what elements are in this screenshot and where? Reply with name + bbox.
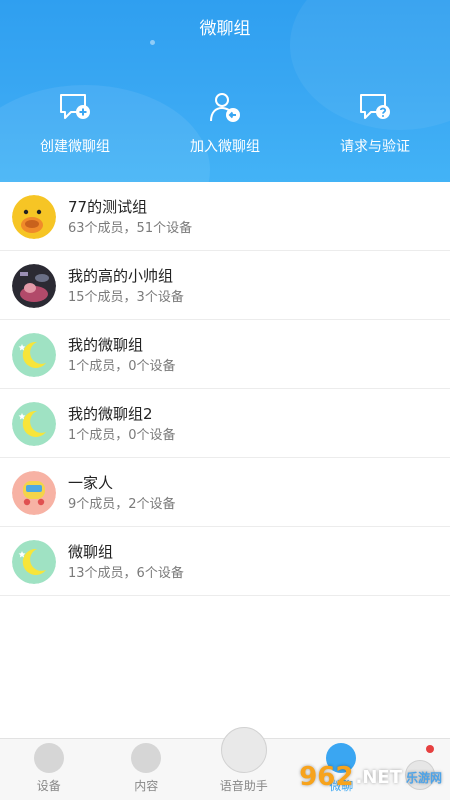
group-row[interactable]: 微聊组 13个成员，6个设备: [0, 527, 450, 596]
duck-icon: [12, 194, 56, 239]
group-name: 我的微聊组: [68, 335, 144, 354]
requests-label: 请求与验证: [340, 139, 410, 155]
photo-icon: [12, 263, 56, 308]
wifi-icon: [33, 743, 64, 773]
moon-avatar: [12, 539, 56, 584]
nav-voice-assistant[interactable]: 语音助手: [195, 727, 293, 800]
join-group-button[interactable]: 加入微聊组: [150, 90, 300, 160]
moon-avatar: [12, 332, 56, 377]
person-join-icon: [210, 93, 240, 122]
robot-icon: [220, 727, 267, 773]
nav-label: 设备: [36, 779, 61, 793]
bus-avatar: [12, 470, 56, 515]
notification-dot: [426, 745, 434, 753]
duck-avatar: [12, 194, 56, 239]
bus-icon: [12, 470, 56, 515]
music-icon: [131, 743, 162, 773]
watermark-logo: 962 .NET 乐游网: [299, 762, 442, 792]
group-meta: 63个成员，51个设备: [68, 220, 193, 236]
create-group-button[interactable]: 创建微聊组: [0, 90, 150, 160]
chat-add-icon: [60, 94, 90, 119]
group-name: 我的微聊组2: [68, 404, 153, 423]
group-meta: 15个成员，3个设备: [68, 289, 184, 305]
group-row[interactable]: 77的测试组 63个成员，51个设备: [0, 182, 450, 251]
watermark-sub: 乐游网: [405, 770, 442, 785]
group-row[interactable]: 我的微聊组 1个成员，0个设备: [0, 320, 450, 389]
create-group-label: 创建微聊组: [40, 139, 110, 155]
group-name: 一家人: [68, 473, 114, 492]
watermark-brand: 962: [299, 762, 354, 792]
header-actions: 创建微聊组 加入微聊组 请求与验证: [0, 90, 450, 160]
group-name: 微聊组: [68, 542, 114, 561]
watermark-suffix: .NET: [355, 766, 402, 788]
header: 微聊组 创建微聊组 加入微聊组 请求与验证: [0, 0, 450, 182]
group-name: 我的高的小帅组: [68, 266, 174, 285]
group-row[interactable]: 一家人 9个成员，2个设备: [0, 458, 450, 527]
group-meta: 1个成员，0个设备: [68, 427, 176, 443]
chat-question-icon: [360, 94, 390, 119]
group-row[interactable]: 我的高的小帅组 15个成员，3个设备: [0, 251, 450, 320]
nav-label: 语音助手: [219, 779, 268, 793]
header-dot: [150, 40, 155, 45]
page-title: 微聊组: [199, 19, 251, 39]
nav-label: 内容: [134, 779, 159, 793]
join-group-label: 加入微聊组: [190, 139, 260, 155]
group-name: 77的测试组: [68, 197, 148, 216]
moon-icon: [12, 332, 56, 377]
group-row[interactable]: 我的微聊组2 1个成员，0个设备: [0, 389, 450, 458]
group-list: 77的测试组 63个成员，51个设备 我的高的小帅组 15个成员，3个设备 我的…: [0, 182, 450, 596]
moon-icon: [12, 539, 56, 584]
nav-content[interactable]: 内容: [98, 739, 196, 800]
nav-devices[interactable]: 设备: [0, 739, 98, 800]
group-meta: 13个成员，6个设备: [68, 565, 184, 581]
group-meta: 9个成员，2个设备: [68, 496, 176, 512]
photo-avatar: [12, 263, 56, 308]
moon-icon: [12, 401, 56, 446]
moon-avatar: [12, 401, 56, 446]
group-meta: 1个成员，0个设备: [68, 358, 176, 374]
requests-button[interactable]: 请求与验证: [300, 90, 450, 160]
